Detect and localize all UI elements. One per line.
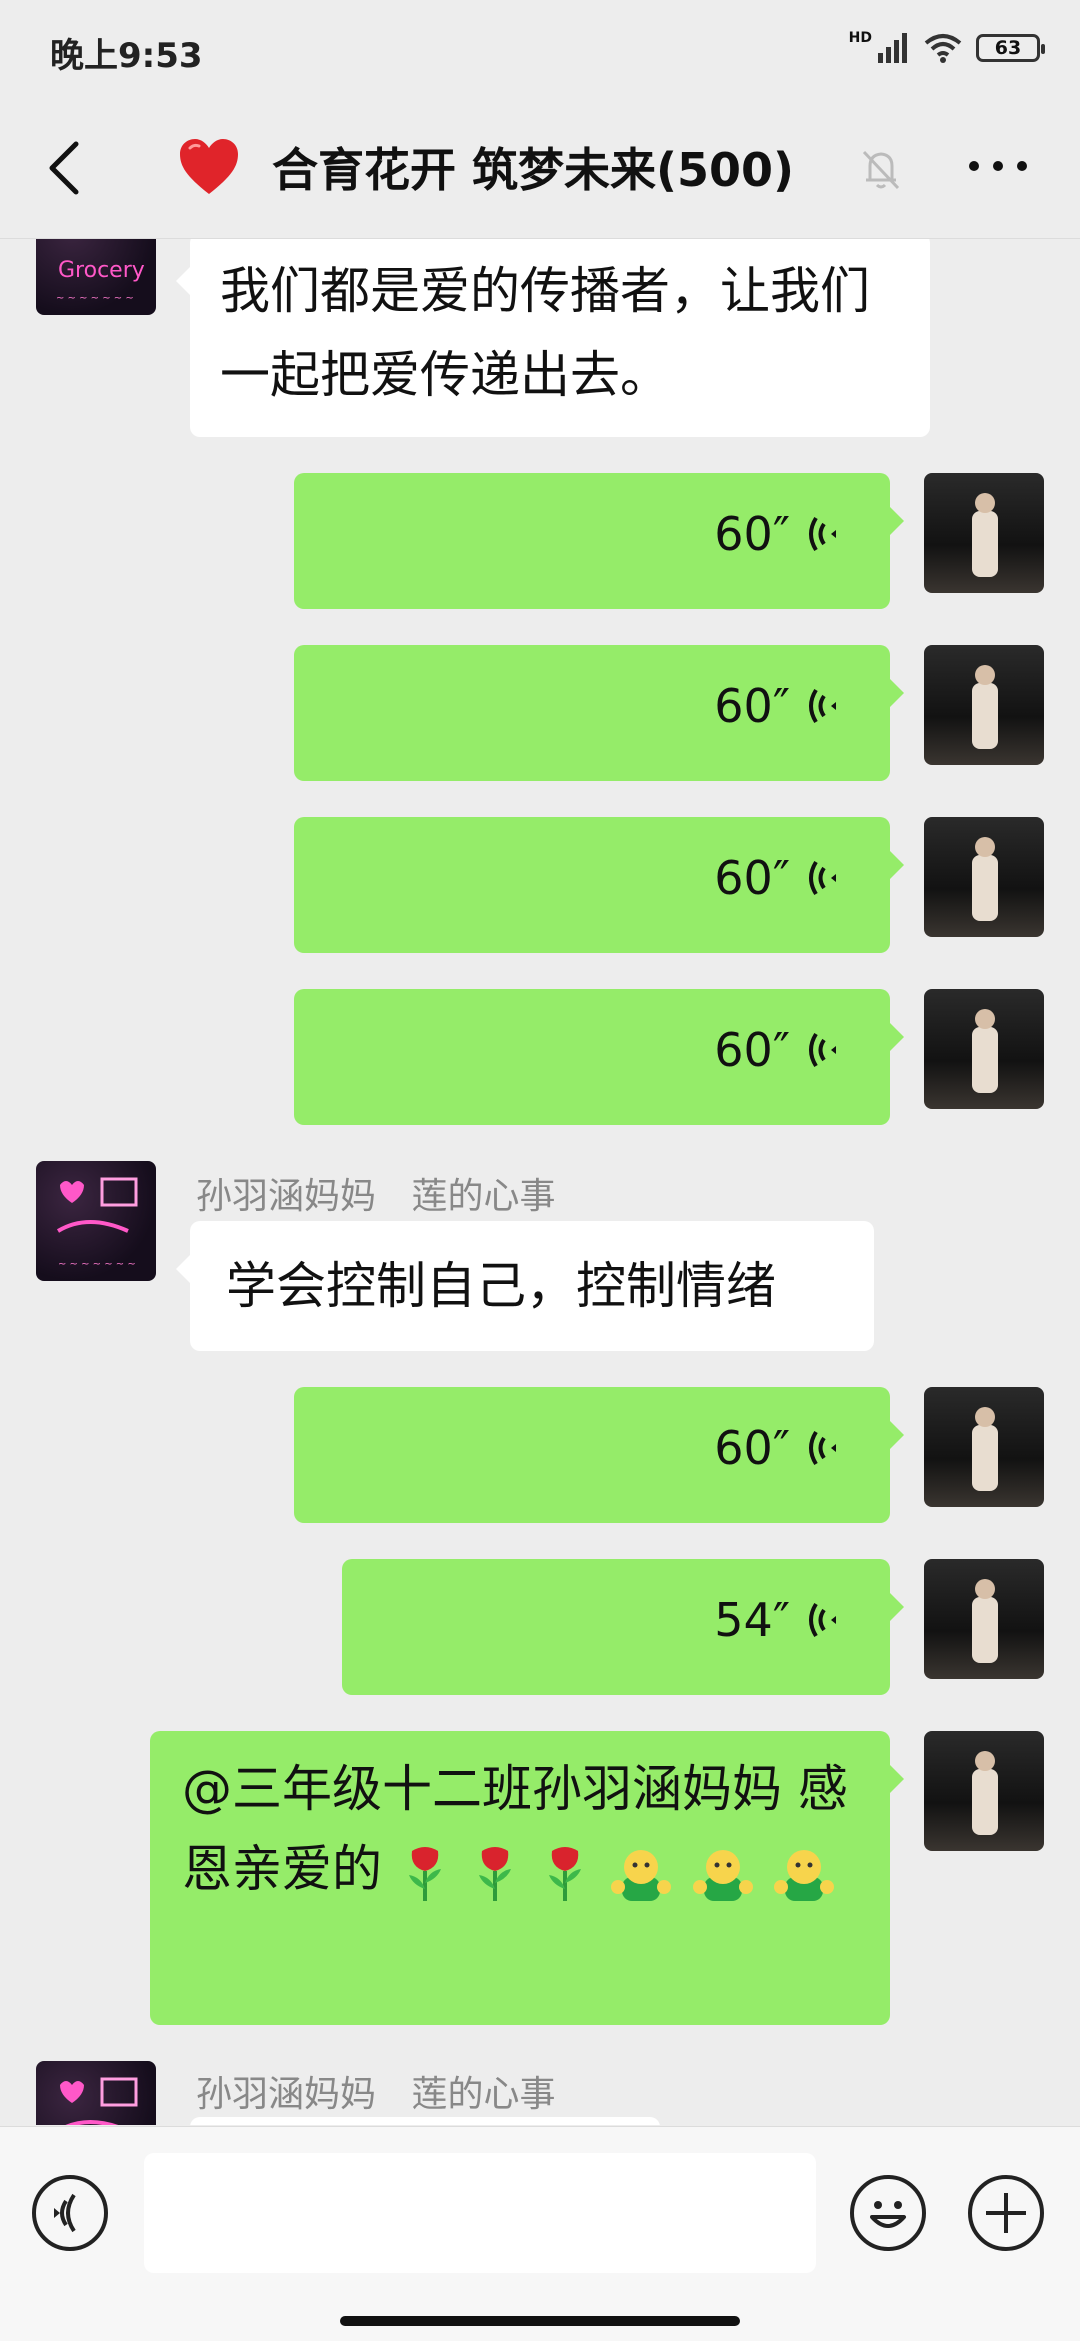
- avatar-image: ~ ~ ~ ~ ~ ~ ~: [56, 1177, 138, 1270]
- voice-wave-icon: [809, 860, 836, 896]
- hug-icon: [774, 1849, 835, 1901]
- rose-icon: [548, 1846, 581, 1901]
- avatar-image: [972, 665, 998, 749]
- avatar-image: [972, 1751, 998, 1835]
- svg-text:~ ~ ~ ~ ~ ~ ~: ~ ~ ~ ~ ~ ~ ~: [58, 1259, 136, 1270]
- svg-text:~ ~ ~ ~ ~ ~ ~: ~ ~ ~ ~ ~ ~ ~: [56, 293, 134, 304]
- heart-icon: [180, 139, 238, 194]
- message-text: 学会控制自己，控制情绪: [226, 1257, 776, 1315]
- voice-message-bubble[interactable]: 60″: [294, 989, 904, 1125]
- message-input[interactable]: [144, 2153, 816, 2273]
- voice-wave-icon: [809, 688, 836, 724]
- message-list[interactable]: Grocery ~ ~ ~ ~ ~ ~ ~ 我们都是爱的传播者，让我们一起把爱传…: [0, 239, 1080, 2125]
- voice-message-bubble[interactable]: 60″: [294, 645, 904, 781]
- avatar[interactable]: [924, 817, 1044, 937]
- avatar[interactable]: ~ ~ ~ ~ ~ ~ ~: [36, 1161, 156, 1281]
- voice-input-icon: [54, 2193, 76, 2233]
- voice-duration: 60″: [714, 507, 790, 561]
- sender-group-alias: 莲的心事: [411, 1176, 556, 1217]
- avatar[interactable]: [924, 1731, 1044, 1851]
- voice-duration: 60″: [714, 1421, 790, 1475]
- emoji-icon: [870, 2201, 906, 2228]
- message-bubble[interactable]: 我们都是爱的传播者，让我们一起把爱传递出去。: [176, 239, 930, 437]
- avatar[interactable]: [924, 645, 1044, 765]
- voice-wave-icon: [809, 1602, 836, 1638]
- sender-name: 孙羽涵妈妈 莲的心事: [196, 2065, 555, 2117]
- message-text: 我们都是爱的传播者，让我们一起把爱传递出去。: [220, 262, 870, 404]
- sender-nickname: 孙羽涵妈妈: [196, 1176, 377, 1217]
- input-bar: [0, 2126, 1080, 2341]
- message-bubble[interactable]: @三年级十二班孙羽涵妈妈 感恩亲爱的: [150, 1731, 904, 2025]
- voice-input-button[interactable]: [32, 2175, 108, 2251]
- hug-icon: [610, 1849, 671, 1901]
- avatar-image: Grocery ~ ~ ~ ~ ~ ~ ~: [56, 258, 145, 304]
- wifi-icon: [924, 34, 962, 63]
- avatar-image: [972, 493, 998, 577]
- network-type: HD: [848, 30, 872, 46]
- sender-nickname: 孙羽涵妈妈: [196, 2074, 377, 2115]
- avatar-image: [972, 837, 998, 921]
- voice-message-bubble[interactable]: 54″: [342, 1559, 904, 1695]
- avatar[interactable]: [924, 989, 1044, 1109]
- voice-duration: 60″: [714, 679, 790, 733]
- status-icons: HD 63: [848, 26, 1045, 70]
- emoji-button[interactable]: [850, 2175, 926, 2251]
- avatar[interactable]: [924, 473, 1044, 593]
- voice-message-bubble[interactable]: 60″: [294, 473, 904, 609]
- avatar[interactable]: Grocery ~ ~ ~ ~ ~ ~ ~: [36, 239, 156, 315]
- status-bar: 晚上9:53 HD 63: [0, 0, 1080, 96]
- signal-icon: [878, 33, 907, 63]
- voice-duration: 60″: [714, 851, 790, 905]
- plus-button[interactable]: [968, 2175, 1044, 2251]
- voice-wave-icon: [809, 1032, 836, 1068]
- back-icon[interactable]: [38, 136, 98, 196]
- voice-message-bubble[interactable]: 60″: [294, 817, 904, 953]
- avatar-image: [60, 2077, 138, 2125]
- chat-header: 合育花开 筑梦未来(500): [0, 96, 1080, 239]
- sender-group-alias: 莲的心事: [411, 2074, 556, 2115]
- chat-title-area[interactable]: 合育花开 筑梦未来(500): [178, 132, 794, 202]
- more-icon[interactable]: [966, 154, 1030, 178]
- battery-icon: 63: [976, 34, 1045, 62]
- rose-icon: [408, 1846, 441, 1901]
- message-bubble[interactable]: 学会控制自己，控制情绪: [176, 1221, 874, 1351]
- voice-duration: 54″: [714, 1593, 790, 1647]
- avatar[interactable]: [924, 1559, 1044, 1679]
- voice-wave-icon: [809, 516, 836, 552]
- battery-level: 63: [994, 37, 1022, 59]
- voice-message-bubble[interactable]: 60″: [294, 1387, 904, 1523]
- voice-wave-icon: [809, 1430, 836, 1466]
- hug-icon: [692, 1849, 753, 1901]
- voice-duration: 60″: [714, 1023, 790, 1077]
- svg-text:Grocery: Grocery: [58, 258, 145, 283]
- sender-name: 孙羽涵妈妈 莲的心事: [196, 1167, 555, 1219]
- home-indicator[interactable]: [340, 2316, 740, 2326]
- avatar-image: [972, 1407, 998, 1491]
- rose-icon: [478, 1846, 511, 1901]
- avatar[interactable]: [924, 1387, 1044, 1507]
- status-time: 晚上9:53: [50, 36, 203, 76]
- avatar-image: [972, 1579, 998, 1663]
- plus-icon: [986, 2193, 1026, 2233]
- message-bubble[interactable]: [190, 2117, 660, 2125]
- mute-bell-icon: [862, 150, 900, 190]
- chat-title: 合育花开 筑梦未来(500): [272, 143, 795, 197]
- avatar-image: [972, 1009, 998, 1093]
- avatar[interactable]: [36, 2061, 156, 2125]
